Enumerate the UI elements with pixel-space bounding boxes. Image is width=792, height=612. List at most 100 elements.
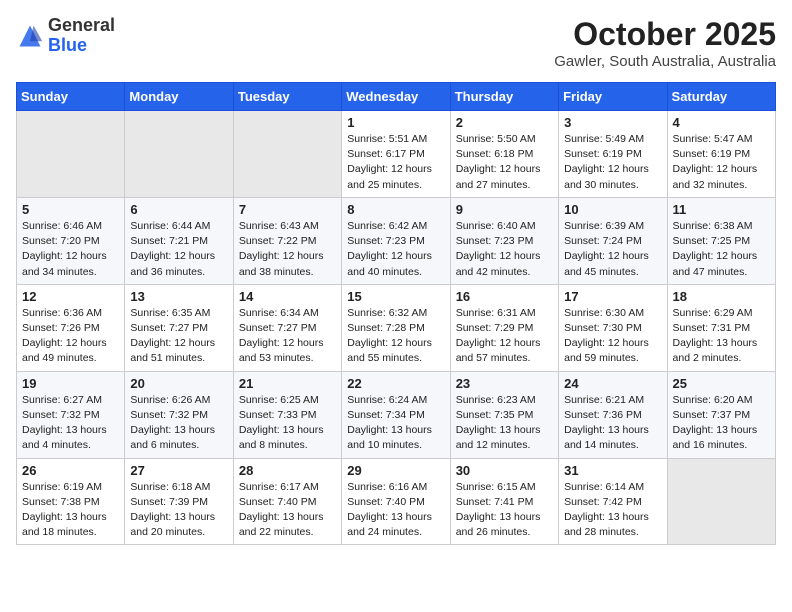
day-info: Sunrise: 6:24 AM Sunset: 7:34 PM Dayligh… bbox=[347, 393, 444, 454]
day-info: Sunrise: 5:49 AM Sunset: 6:19 PM Dayligh… bbox=[564, 132, 661, 193]
calendar-cell: 15 Sunrise: 6:32 AM Sunset: 7:28 PM Dayli… bbox=[342, 284, 450, 371]
day-info: Sunrise: 6:43 AM Sunset: 7:22 PM Dayligh… bbox=[239, 219, 336, 280]
day-number: 21 bbox=[239, 376, 336, 391]
day-info: Sunrise: 5:51 AM Sunset: 6:17 PM Dayligh… bbox=[347, 132, 444, 193]
day-number: 30 bbox=[456, 463, 553, 478]
calendar-cell: 10Sunrise: 6:39 AM Sunset: 7:24 PM Dayli… bbox=[559, 197, 667, 284]
day-number: 31 bbox=[564, 463, 661, 478]
day-info: Sunrise: 6:34 AM Sunset: 7:27 PM Dayligh… bbox=[239, 306, 336, 367]
location-text: Gawler, South Australia, Australia bbox=[554, 53, 776, 70]
day-info: Sunrise: 6:30 AM Sunset: 7:30 PM Dayligh… bbox=[564, 306, 661, 367]
calendar-cell: 12Sunrise: 6:36 AM Sunset: 7:26 PM Dayli… bbox=[17, 284, 125, 371]
day-number: 28 bbox=[239, 463, 336, 478]
day-info: Sunrise: 6:27 AM Sunset: 7:32 PM Dayligh… bbox=[22, 393, 119, 454]
day-number: 19 bbox=[22, 376, 119, 391]
day-number: 11 bbox=[673, 202, 770, 217]
day-number: 20 bbox=[130, 376, 227, 391]
day-info: Sunrise: 6:29 AM Sunset: 7:31 PM Dayligh… bbox=[673, 306, 770, 367]
calendar-cell: 13Sunrise: 6:35 AM Sunset: 7:27 PM Dayli… bbox=[125, 284, 233, 371]
calendar-cell: 7 Sunrise: 6:43 AM Sunset: 7:22 PM Daylig… bbox=[233, 197, 341, 284]
day-number: 27 bbox=[130, 463, 227, 478]
calendar-cell: 31 Sunrise: 6:14 AM Sunset: 7:42 PM Dayli… bbox=[559, 458, 667, 545]
calendar-cell bbox=[17, 111, 125, 198]
day-number: 2 bbox=[456, 115, 553, 130]
day-info: Sunrise: 6:46 AM Sunset: 7:20 PM Dayligh… bbox=[22, 219, 119, 280]
day-number: 24 bbox=[564, 376, 661, 391]
day-number: 26 bbox=[22, 463, 119, 478]
day-number: 7 bbox=[239, 202, 336, 217]
day-info: Sunrise: 6:25 AM Sunset: 7:33 PM Dayligh… bbox=[239, 393, 336, 454]
day-info: Sunrise: 6:36 AM Sunset: 7:26 PM Dayligh… bbox=[22, 306, 119, 367]
day-info: Sunrise: 6:18 AM Sunset: 7:39 PM Dayligh… bbox=[130, 480, 227, 541]
calendar-cell: 1 Sunrise: 5:51 AM Sunset: 6:17 PM Daylig… bbox=[342, 111, 450, 198]
calendar-cell: 5Sunrise: 6:46 AM Sunset: 7:20 PM Daylig… bbox=[17, 197, 125, 284]
day-info: Sunrise: 6:14 AM Sunset: 7:42 PM Dayligh… bbox=[564, 480, 661, 541]
day-number: 9 bbox=[456, 202, 553, 217]
day-info: Sunrise: 6:26 AM Sunset: 7:32 PM Dayligh… bbox=[130, 393, 227, 454]
day-number: 25 bbox=[673, 376, 770, 391]
day-number: 29 bbox=[347, 463, 444, 478]
calendar-table: SundayMondayTuesdayWednesdayThursdayFrid… bbox=[16, 82, 776, 545]
weekday-header-tuesday: Tuesday bbox=[233, 83, 341, 111]
day-info: Sunrise: 6:16 AM Sunset: 7:40 PM Dayligh… bbox=[347, 480, 444, 541]
day-info: Sunrise: 6:17 AM Sunset: 7:40 PM Dayligh… bbox=[239, 480, 336, 541]
calendar-cell: 23 Sunrise: 6:23 AM Sunset: 7:35 PM Dayli… bbox=[450, 371, 558, 458]
day-info: Sunrise: 6:32 AM Sunset: 7:28 PM Dayligh… bbox=[347, 306, 444, 367]
weekday-header-sunday: Sunday bbox=[17, 83, 125, 111]
calendar-cell: 25 Sunrise: 6:20 AM Sunset: 7:37 PM Dayli… bbox=[667, 371, 775, 458]
day-info: Sunrise: 6:23 AM Sunset: 7:35 PM Dayligh… bbox=[456, 393, 553, 454]
day-info: Sunrise: 6:44 AM Sunset: 7:21 PM Dayligh… bbox=[130, 219, 227, 280]
day-number: 6 bbox=[130, 202, 227, 217]
calendar-cell: 30Sunrise: 6:15 AM Sunset: 7:41 PM Dayli… bbox=[450, 458, 558, 545]
day-info: Sunrise: 6:21 AM Sunset: 7:36 PM Dayligh… bbox=[564, 393, 661, 454]
calendar-cell: 26 Sunrise: 6:19 AM Sunset: 7:38 PM Dayli… bbox=[17, 458, 125, 545]
day-info: Sunrise: 6:19 AM Sunset: 7:38 PM Dayligh… bbox=[22, 480, 119, 541]
calendar-cell bbox=[233, 111, 341, 198]
calendar-cell: 4Sunrise: 5:47 AM Sunset: 6:19 PM Daylig… bbox=[667, 111, 775, 198]
logo: General Blue bbox=[16, 16, 115, 56]
day-info: Sunrise: 5:47 AM Sunset: 6:19 PM Dayligh… bbox=[673, 132, 770, 193]
calendar-cell: 19 Sunrise: 6:27 AM Sunset: 7:32 PM Dayli… bbox=[17, 371, 125, 458]
calendar-cell: 3 Sunrise: 5:49 AM Sunset: 6:19 PM Daylig… bbox=[559, 111, 667, 198]
month-title: October 2025 bbox=[554, 16, 776, 53]
day-number: 17 bbox=[564, 289, 661, 304]
calendar-cell: 28 Sunrise: 6:17 AM Sunset: 7:40 PM Dayli… bbox=[233, 458, 341, 545]
day-number: 18 bbox=[673, 289, 770, 304]
calendar-cell bbox=[125, 111, 233, 198]
weekday-header-friday: Friday bbox=[559, 83, 667, 111]
weekday-header-thursday: Thursday bbox=[450, 83, 558, 111]
calendar-cell: 18 Sunrise: 6:29 AM Sunset: 7:31 PM Dayli… bbox=[667, 284, 775, 371]
title-block: October 2025 Gawler, South Australia, Au… bbox=[554, 16, 776, 70]
calendar-cell: 6 Sunrise: 6:44 AM Sunset: 7:21 PM Daylig… bbox=[125, 197, 233, 284]
day-info: Sunrise: 6:39 AM Sunset: 7:24 PM Dayligh… bbox=[564, 219, 661, 280]
calendar-cell: 14 Sunrise: 6:34 AM Sunset: 7:27 PM Dayli… bbox=[233, 284, 341, 371]
day-number: 3 bbox=[564, 115, 661, 130]
calendar-cell: 29 Sunrise: 6:16 AM Sunset: 7:40 PM Dayli… bbox=[342, 458, 450, 545]
day-number: 13 bbox=[130, 289, 227, 304]
weekday-header-monday: Monday bbox=[125, 83, 233, 111]
calendar-cell: 2Sunrise: 5:50 AM Sunset: 6:18 PM Daylig… bbox=[450, 111, 558, 198]
calendar-cell: 9Sunrise: 6:40 AM Sunset: 7:23 PM Daylig… bbox=[450, 197, 558, 284]
calendar-cell: 16Sunrise: 6:31 AM Sunset: 7:29 PM Dayli… bbox=[450, 284, 558, 371]
logo-blue-text: Blue bbox=[48, 36, 115, 56]
day-number: 8 bbox=[347, 202, 444, 217]
day-number: 15 bbox=[347, 289, 444, 304]
calendar-cell: 22 Sunrise: 6:24 AM Sunset: 7:34 PM Dayli… bbox=[342, 371, 450, 458]
day-info: Sunrise: 6:20 AM Sunset: 7:37 PM Dayligh… bbox=[673, 393, 770, 454]
calendar-cell: 20 Sunrise: 6:26 AM Sunset: 7:32 PM Dayli… bbox=[125, 371, 233, 458]
calendar-cell: 11 Sunrise: 6:38 AM Sunset: 7:25 PM Dayli… bbox=[667, 197, 775, 284]
day-number: 14 bbox=[239, 289, 336, 304]
day-number: 23 bbox=[456, 376, 553, 391]
day-info: Sunrise: 6:38 AM Sunset: 7:25 PM Dayligh… bbox=[673, 219, 770, 280]
logo-icon bbox=[16, 22, 44, 50]
logo-general-text: General bbox=[48, 16, 115, 36]
calendar-cell: 8Sunrise: 6:42 AM Sunset: 7:23 PM Daylig… bbox=[342, 197, 450, 284]
weekday-header-wednesday: Wednesday bbox=[342, 83, 450, 111]
day-number: 1 bbox=[347, 115, 444, 130]
calendar-cell: 27 Sunrise: 6:18 AM Sunset: 7:39 PM Dayli… bbox=[125, 458, 233, 545]
day-number: 16 bbox=[456, 289, 553, 304]
weekday-header-saturday: Saturday bbox=[667, 83, 775, 111]
day-number: 22 bbox=[347, 376, 444, 391]
calendar-cell: 17 Sunrise: 6:30 AM Sunset: 7:30 PM Dayli… bbox=[559, 284, 667, 371]
calendar-cell: 21 Sunrise: 6:25 AM Sunset: 7:33 PM Dayli… bbox=[233, 371, 341, 458]
